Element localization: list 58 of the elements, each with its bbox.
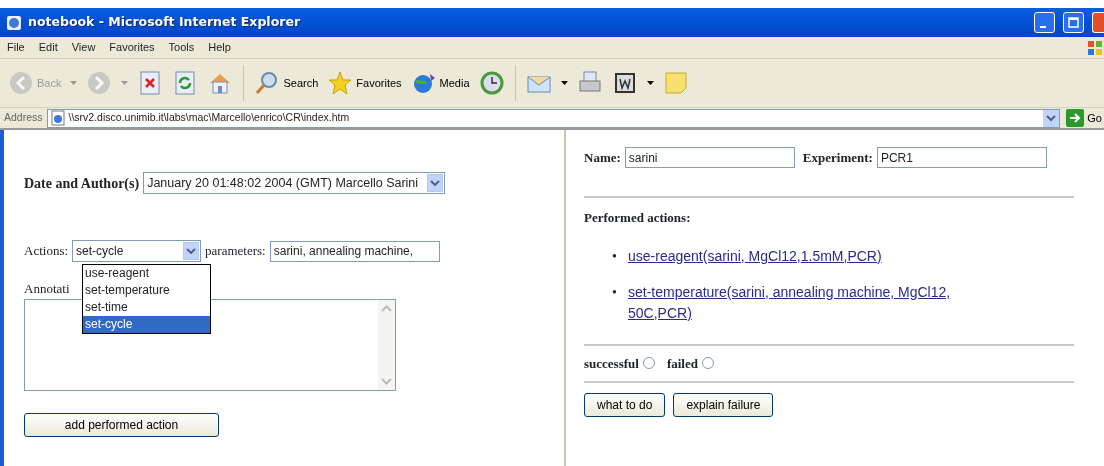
dropdown-arrow-icon [646,81,654,85]
experiment-field[interactable]: PCR1 [876,147,1047,168]
menu-item[interactable]: Edit [31,39,65,56]
name-field[interactable]: sarini [624,147,795,168]
star-icon [327,70,354,96]
actions-select[interactable]: set-cycle [72,240,202,262]
section-heading: Performed actions: [584,209,692,227]
address-label: Address [4,110,43,126]
action-button[interactable]: what to do [584,393,666,417]
field-label: Actions: [24,242,69,261]
favorites-button[interactable]: Favorites [325,70,404,96]
bullet: • [612,283,618,302]
parameters-field[interactable]: sarini, annealing machine, [269,240,440,262]
scroll-up-icon [381,304,392,312]
add-action-button[interactable]: add performed action [24,412,219,437]
field-label: Annotati [24,281,70,296]
menu-item[interactable]: File [0,39,32,56]
radio-button[interactable] [642,357,655,370]
scroll-down-icon [381,377,392,385]
field-label: Experiment: [802,148,873,167]
menu-item[interactable]: View [64,39,103,56]
media-button[interactable]: Media [408,70,472,96]
dropdown-option[interactable]: set-temperature [83,282,210,299]
menu-item[interactable]: Help [201,39,238,56]
dropdown-arrow-icon [121,81,129,85]
go-button[interactable]: Go [1064,109,1104,127]
note-icon [662,70,689,96]
menu-item[interactable]: Favorites [102,39,162,56]
action-link[interactable]: set-temperature(sarini, annealing machine, MgCl12, 50C,PCR) [628,281,984,324]
date-author-select[interactable]: January 20 01:48:02 2004 (GMT) Marcello Sarini [143,172,446,194]
window-title: notebook - Microsoft Internet Explorer [28,13,302,32]
maximize-button[interactable] [1063,12,1084,33]
dropdown-option[interactable]: use-reagent [83,265,210,282]
close-button[interactable] [1092,12,1104,33]
minimize-icon [1040,25,1046,28]
field-label: Date and Author(s) [24,174,140,193]
action-button[interactable]: explain failure [673,393,774,417]
page-icon [49,110,66,126]
address-field[interactable]: \\srv2.disco.unimib.it\labs\mac\Marcello\enrico\CR\index.htm [46,108,1061,128]
field-label: parameters: [205,242,266,261]
search-button[interactable]: Search [252,70,321,96]
scrollbar[interactable] [378,299,395,390]
field-label: Name: [584,148,621,167]
dropdown-arrow-icon [70,81,78,85]
option-label: failed [666,354,698,373]
minimize-button[interactable] [1034,12,1055,33]
bullet: • [612,247,618,266]
history-icon [478,70,505,96]
dropdown-list[interactable]: use-reagent set-temperature set-time set-cycle [82,264,211,334]
menu-item[interactable]: Tools [161,39,202,56]
radio-button[interactable] [701,357,714,370]
dropdown-option[interactable]: set-time [83,299,210,316]
action-link[interactable]: use-reagent(sarini, MgCl12,1.5mM,PCR) [628,245,882,267]
dropdown-option[interactable]: set-cycle [83,316,210,333]
option-label: successful [584,354,639,373]
maximize-icon [1068,17,1079,28]
dropdown-arrow-icon [560,81,568,85]
browser-icon [6,14,22,31]
